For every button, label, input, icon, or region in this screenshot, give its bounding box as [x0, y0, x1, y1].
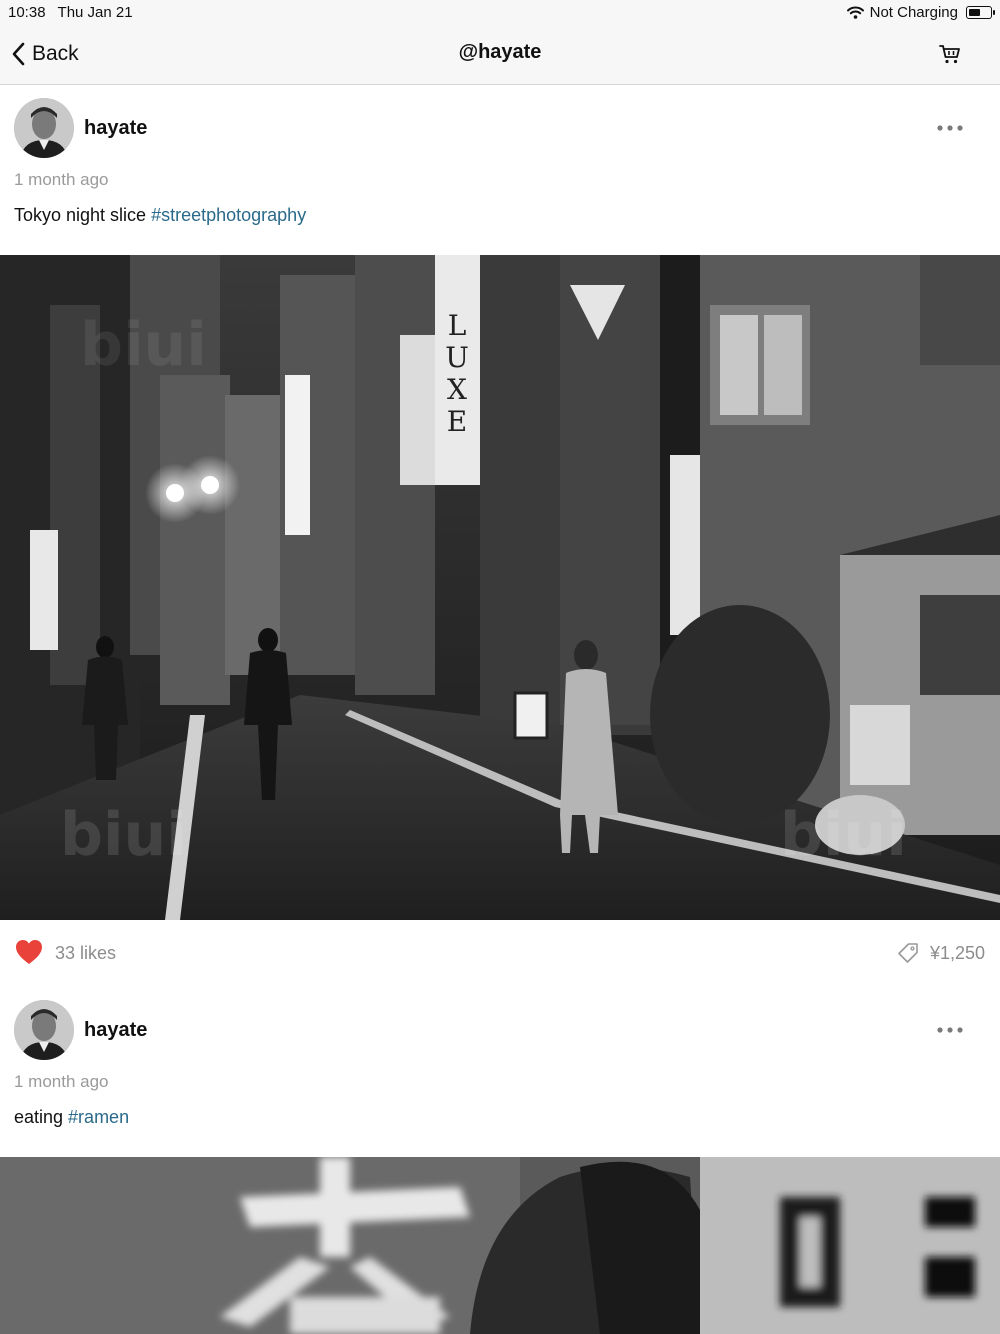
- ellipsis-icon[interactable]: [936, 1024, 964, 1036]
- page-title: @hayate: [458, 41, 542, 63]
- street-photo-image: L U X E biui biui biui: [0, 255, 1000, 920]
- post-caption: Tokyo night slice #streetphotography: [14, 205, 306, 226]
- svg-text:L: L: [448, 309, 467, 342]
- status-date: Thu Jan 21: [57, 4, 133, 21]
- hashtag-link[interactable]: #streetphotography: [151, 205, 306, 225]
- svg-text:E: E: [447, 405, 467, 438]
- status-left: 10:38 Thu Jan 21: [8, 4, 133, 21]
- post-header: hayate: [0, 1000, 1000, 1070]
- avatar[interactable]: [14, 98, 74, 158]
- caption-text: eating: [14, 1107, 69, 1127]
- status-bar: 10:38 Thu Jan 21 Not Charging: [0, 0, 1000, 24]
- charging-status: Not Charging: [869, 4, 958, 21]
- post-caption: eating #ramen: [14, 1107, 129, 1128]
- svg-text:X: X: [447, 373, 467, 406]
- post-header: hayate: [0, 98, 1000, 168]
- post-timestamp: 1 month ago: [14, 170, 109, 189]
- tag-icon: [898, 943, 918, 963]
- username[interactable]: hayate: [84, 117, 147, 140]
- caption-text: Tokyo night slice: [14, 205, 152, 225]
- svg-text:biui: biui: [60, 800, 187, 870]
- username[interactable]: hayate: [84, 1019, 147, 1042]
- ellipsis-icon[interactable]: [936, 122, 964, 134]
- svg-text:biui: biui: [780, 800, 907, 870]
- avatar[interactable]: [14, 1000, 74, 1060]
- cart-icon[interactable]: [938, 42, 962, 66]
- status-right: Not Charging: [846, 4, 995, 21]
- post-photo[interactable]: [0, 1157, 1000, 1334]
- wifi-icon: [846, 6, 864, 19]
- ramen-photo-image: [0, 1157, 1000, 1334]
- post-timestamp: 1 month ago: [14, 1072, 109, 1091]
- post-actions-row: 33 likes ¥1,250: [0, 933, 1000, 973]
- price-value: ¥1,250: [929, 943, 985, 963]
- battery-icon: [966, 6, 995, 19]
- status-time: 10:38: [8, 4, 46, 21]
- heart-icon[interactable]: [15, 939, 43, 965]
- likes-count: 33 likes: [55, 943, 117, 963]
- svg-text:biui: biui: [80, 310, 207, 380]
- post-photo[interactable]: L U X E biui biui biui: [0, 255, 1000, 920]
- nav-bar: Back @hayate: [0, 24, 1000, 85]
- hashtag-link[interactable]: #ramen: [68, 1107, 129, 1127]
- svg-text:U: U: [445, 341, 469, 374]
